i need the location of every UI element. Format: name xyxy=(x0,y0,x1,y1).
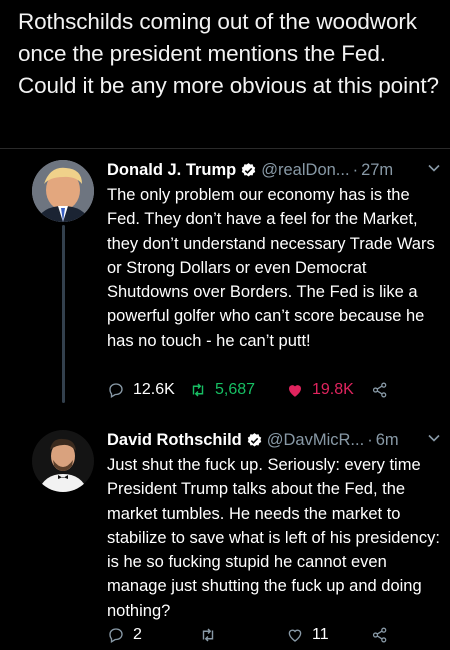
retweet-count: 5,687 xyxy=(215,381,256,398)
heart-icon xyxy=(289,385,301,397)
verified-badge-icon xyxy=(242,162,256,177)
rothschild-avatar-image xyxy=(32,430,94,492)
author-handle[interactable]: @DavMicR... xyxy=(267,431,364,450)
share-icon xyxy=(372,627,387,643)
reply-icon xyxy=(109,383,123,398)
heart-icon xyxy=(288,629,302,642)
tweet[interactable]: Donald J. Trump @realDon... · 27m The on… xyxy=(107,159,445,353)
author-name[interactable]: Donald J. Trump xyxy=(107,161,236,180)
like-count: 11 xyxy=(312,626,329,643)
reply-count: 12.6K xyxy=(133,381,175,398)
avatar[interactable] xyxy=(32,430,94,492)
divider xyxy=(0,148,450,149)
separator: · xyxy=(352,160,359,179)
verified-badge-icon xyxy=(247,432,261,447)
avatar[interactable] xyxy=(32,160,94,222)
retweet-icon xyxy=(202,628,214,642)
timestamp[interactable]: 27m xyxy=(361,161,393,180)
author-name[interactable]: David Rothschild xyxy=(107,431,242,450)
tweet[interactable]: David Rothschild @DavMicR... · 6m Just s… xyxy=(107,429,445,623)
tweet-header: David Rothschild @DavMicR... · 6m xyxy=(107,429,445,451)
chevron-down-icon[interactable] xyxy=(427,431,441,445)
reply-icon xyxy=(109,628,123,643)
reply-button[interactable]: 2 xyxy=(107,626,142,644)
like-button[interactable]: 11 xyxy=(286,626,329,644)
share-icon xyxy=(372,382,387,398)
author-handle[interactable]: @realDon... xyxy=(261,161,349,180)
share-button[interactable] xyxy=(371,381,397,399)
timestamp[interactable]: 6m xyxy=(376,431,399,450)
thread-connector-line xyxy=(62,225,65,403)
retweet-icon xyxy=(192,383,204,397)
reply-count: 2 xyxy=(133,626,142,643)
tweet-text: Just shut the fuck up. Seriously: every … xyxy=(107,456,440,620)
chevron-down-icon[interactable] xyxy=(427,161,441,175)
trump-avatar-image xyxy=(32,160,94,222)
like-count: 19.8K xyxy=(312,381,354,398)
tweet-header: Donald J. Trump @realDon... · 27m xyxy=(107,159,445,181)
like-button[interactable]: 19.8K xyxy=(286,381,354,399)
tweet-text: The only problem our economy has is the … xyxy=(107,186,435,350)
share-button[interactable] xyxy=(371,626,397,644)
retweet-button[interactable]: 5,687 xyxy=(189,381,255,399)
separator: · xyxy=(367,430,373,449)
retweet-button[interactable] xyxy=(199,626,225,644)
post-caption: Rothschilds coming out of the woodwork o… xyxy=(18,9,439,98)
reply-button[interactable]: 12.6K xyxy=(107,381,175,399)
